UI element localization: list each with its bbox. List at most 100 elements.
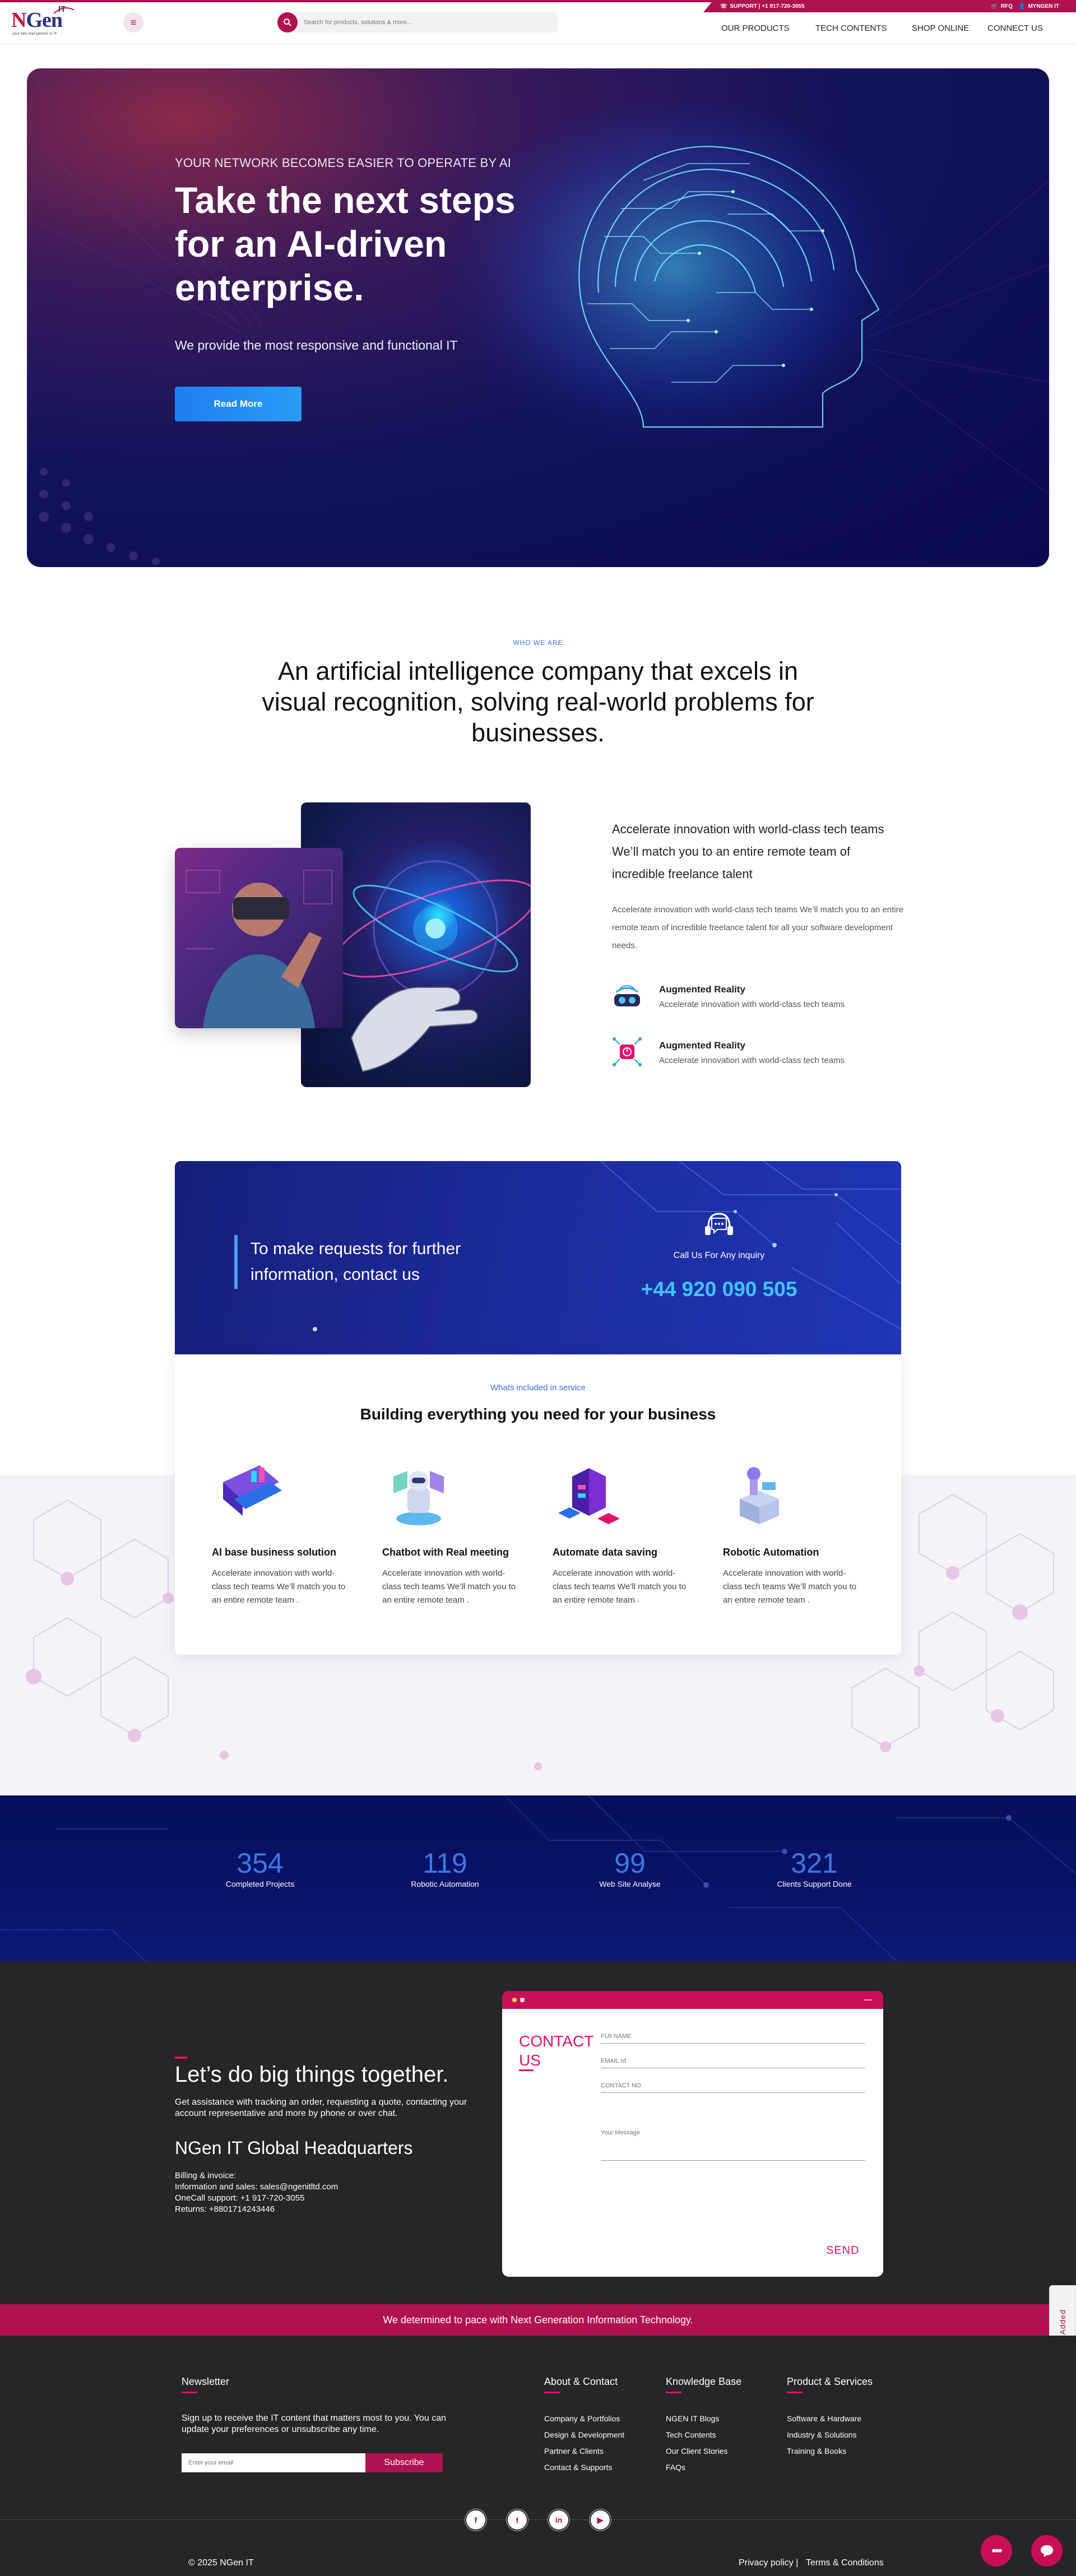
contact-no-field[interactable] [601, 2082, 865, 2093]
search-input[interactable] [304, 17, 550, 28]
footer-link[interactable]: Partner & Clients [544, 2447, 604, 2456]
logo-tagline: your key and partner in IT [12, 32, 57, 36]
stats-section [0, 1795, 1076, 1962]
stat-label: Clients Support Done [777, 1879, 852, 1888]
footer-col-title: Knowledge Base [666, 2376, 742, 2387]
footer-heading-underline [666, 2392, 681, 2393]
footer-link[interactable]: Industry & Solutions [787, 2430, 857, 2439]
support-headset-icon [701, 1210, 738, 1242]
service-desc: Accelerate innovation with world-class t… [212, 1568, 346, 1605]
email-field[interactable] [601, 2058, 865, 2068]
footer-divider [0, 2519, 1076, 2520]
chat-button[interactable] [1031, 2535, 1063, 2566]
contact-accent-dash [175, 2057, 187, 2059]
hero-background-art [27, 68, 1049, 565]
site-footer [0, 2336, 1076, 2576]
contact-title: Let’s do big things together. [175, 2062, 449, 2087]
feature-desc: Accelerate innovation with world-class t… [659, 1000, 845, 1009]
form-heading-underline [519, 2069, 534, 2071]
terms-link[interactable]: Terms & Conditions [806, 2558, 884, 2568]
message-field[interactable] [601, 2129, 865, 2161]
footer-link[interactable]: NGEN IT Blogs [666, 2414, 719, 2423]
footer-link[interactable]: Software & Hardware [787, 2414, 861, 2423]
read-more-button[interactable]: Read More [175, 387, 302, 421]
newsletter-text: Sign up to receive the IT content that m… [182, 2413, 446, 2434]
stat-value: 321 [791, 1848, 838, 1879]
window-dot [512, 1998, 517, 2002]
footer-link[interactable]: Our Client Stories [666, 2447, 727, 2456]
more-options-button[interactable]: ••• [981, 2535, 1012, 2566]
vr-person-image [175, 848, 343, 1028]
logo-n: N [11, 8, 26, 32]
nav-connect-us[interactable]: CONNECT US [987, 24, 1043, 33]
nav-tech-contents[interactable]: TECH CONTENTS [815, 24, 887, 33]
footer-link[interactable]: FAQs [666, 2463, 685, 2472]
minimize-icon [864, 1999, 872, 2001]
call-label: Call Us For Any inquiry [673, 1251, 765, 1260]
stat-label: Robotic Automation [411, 1879, 479, 1888]
footer-link[interactable]: Company & Portfolios [544, 2414, 620, 2423]
laptop-chart-icon [212, 1460, 285, 1533]
chatbot-robot-icon [382, 1460, 455, 1533]
hq-line: Billing & invoice: [175, 2171, 236, 2180]
nav-shop-online[interactable]: SHOP ONLINE [912, 24, 969, 33]
hq-line: OneCall support: +1 917-720-3055 [175, 2193, 305, 2203]
subscribe-button[interactable]: Subscribe [365, 2453, 443, 2472]
service-title: Robotic Automation [723, 1547, 819, 1558]
newsletter-email-input[interactable] [182, 2453, 365, 2472]
about-body: Accelerate innovation with world-class t… [612, 905, 903, 950]
hamburger-icon: ≡ [130, 16, 137, 28]
footer-link[interactable]: Contact & Supports [544, 2463, 612, 2472]
copyright: © 2025 NGen IT [188, 2558, 254, 2568]
more-dots-icon: ••• [991, 2543, 1002, 2558]
stat-label: Completed Projects [225, 1879, 295, 1888]
tagline-band: We determined to pace with Next Generati… [0, 2304, 1076, 2336]
hero-banner [27, 68, 1049, 567]
linkedin-icon[interactable]: in [548, 2509, 569, 2531]
menu-button[interactable]: ≡ [123, 12, 143, 33]
window-dot [520, 1998, 525, 2002]
hero-subtitle: YOUR NETWORK BECOMES EASIER TO OPERATE B… [175, 156, 512, 170]
full-name-field[interactable] [601, 2033, 865, 2044]
send-button[interactable]: SEND [826, 2244, 860, 2257]
form-heading: CONTACT US [519, 2032, 593, 2069]
search-icon[interactable] [277, 12, 298, 33]
vr-headset-icon [611, 980, 643, 1012]
privacy-policy-link[interactable]: Privacy policy | [739, 2558, 798, 2568]
newsletter-title: Newsletter [182, 2376, 230, 2387]
utility-bar: ☏ SUPPORT | +1 917-720-3055 🛒 RFQ 👤 MYNGEN … [703, 0, 1076, 12]
feature-title: Augmented Reality [659, 984, 745, 995]
youtube-icon[interactable]: ▶ [590, 2509, 611, 2531]
data-server-icon [553, 1460, 625, 1533]
services-eyebrow: Whats included in service [490, 1383, 586, 1393]
twitter-icon[interactable]: t [507, 2509, 528, 2531]
about-heading: An artificial intelligence company that … [262, 657, 814, 747]
hero-description: We provide the most responsive and funct… [175, 338, 458, 352]
footer-link[interactable]: Tech Contents [666, 2430, 716, 2439]
footer-heading-underline [182, 2392, 197, 2393]
service-desc: Accelerate innovation with world-class t… [553, 1568, 687, 1605]
who-we-are-eyebrow: WHO WE ARE [513, 639, 563, 647]
footer-link[interactable]: Design & Development [544, 2430, 624, 2439]
hq-line: Information and sales: sales@ngenitltd.c… [175, 2182, 338, 2192]
footer-link[interactable]: Training & Books [787, 2447, 846, 2456]
rfq-link[interactable]: 🛒 RFQ [991, 3, 1013, 10]
account-link[interactable]: 👤 MYNGEN IT [1018, 3, 1059, 10]
facebook-icon[interactable]: f [465, 2509, 486, 2531]
power-network-icon [611, 1036, 643, 1068]
feature-title: Augmented Reality [659, 1040, 745, 1051]
service-title: Automate data saving [553, 1547, 658, 1558]
service-title: Chatbot with Real meeting [382, 1547, 509, 1558]
form-title-bar [502, 1991, 883, 2009]
footer-heading-underline [544, 2392, 560, 2393]
stat-value: 99 [614, 1848, 646, 1879]
stat-value: 354 [236, 1848, 284, 1879]
vr-person-art [185, 870, 332, 1028]
support-link[interactable]: ☏ SUPPORT | +1 917-720-3055 [720, 3, 805, 10]
call-phone-number[interactable]: +44 920 090 505 [611, 1278, 827, 1301]
nav-our-products[interactable]: OUR PRODUCTS [721, 24, 790, 33]
stat-label: Web Site Analyse [599, 1879, 661, 1888]
banner-text: To make requests for further information… [251, 1240, 461, 1284]
feature-desc: Accelerate innovation with world-class t… [659, 1056, 845, 1065]
footer-col-title: Product & Services [787, 2376, 873, 2387]
